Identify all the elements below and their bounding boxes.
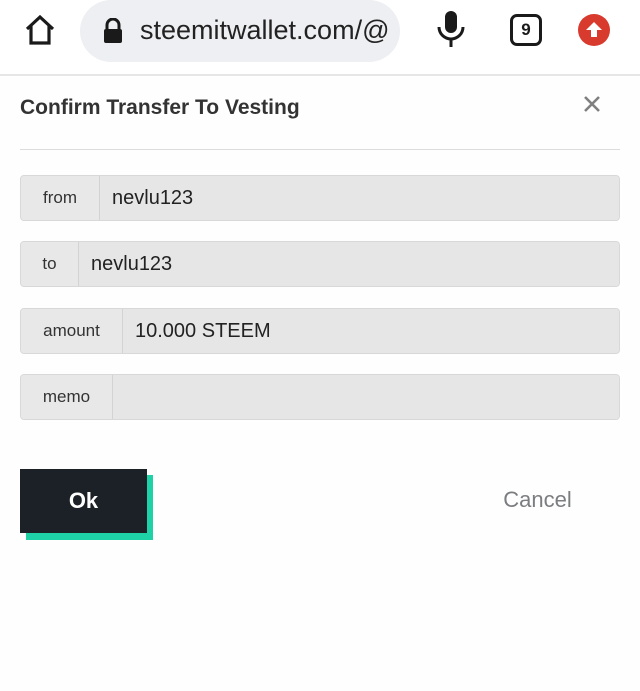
from-field: from [20,175,620,221]
update-button[interactable] [578,14,610,46]
amount-label: amount [21,309,123,353]
ok-button[interactable]: Ok [20,469,147,533]
home-button[interactable] [22,12,58,48]
memo-label: memo [21,375,113,419]
cancel-button[interactable]: Cancel [480,484,595,516]
to-field: to [20,241,620,287]
from-input[interactable] [100,176,619,220]
home-icon [25,14,55,45]
browser-toolbar: steemitwallet.com/@ 9 [0,0,640,76]
close-icon [584,96,600,112]
dialog-title: Confirm Transfer To Vesting [20,96,300,119]
close-button[interactable] [578,90,606,118]
to-input[interactable] [79,242,619,286]
microphone-icon [437,11,465,47]
lock-icon [104,18,122,43]
memo-field: memo [20,374,620,420]
address-bar[interactable]: steemitwallet.com/@ [80,0,400,62]
tab-count: 9 [521,20,531,39]
divider [20,149,620,150]
from-label: from [21,176,100,220]
to-label: to [21,242,79,286]
url-text[interactable]: steemitwallet.com/@ [140,15,389,46]
tabs-button[interactable]: 9 [510,14,542,46]
update-arrow-icon [586,22,602,37]
amount-field: amount [20,308,620,354]
memo-input[interactable] [113,375,619,419]
amount-input[interactable] [123,309,619,353]
voice-search-button[interactable] [434,10,468,48]
ok-button-wrapper: Ok [20,469,153,540]
